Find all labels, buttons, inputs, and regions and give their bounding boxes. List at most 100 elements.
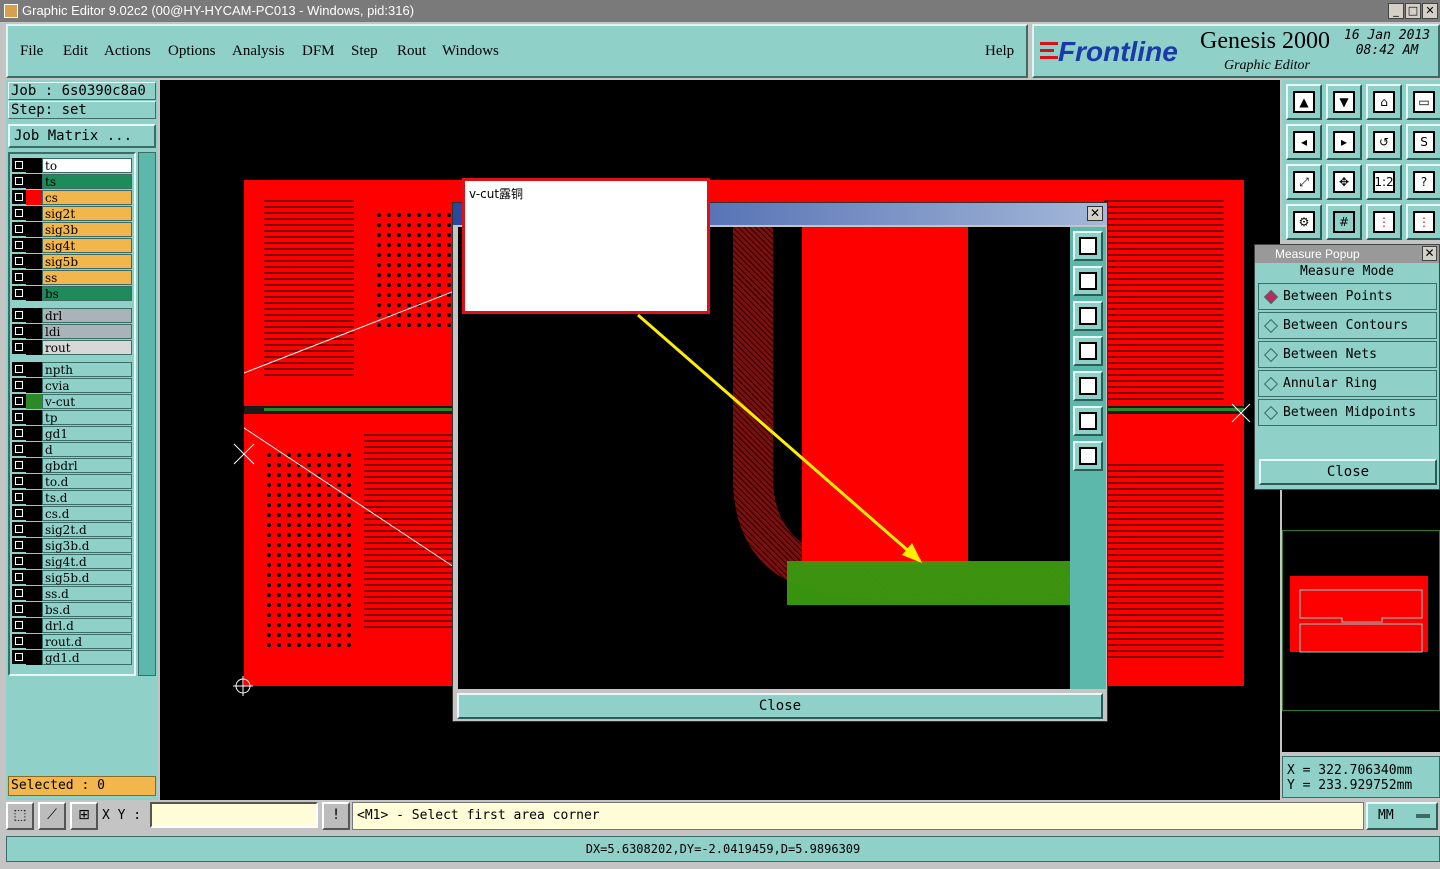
layer-checkbox[interactable]	[12, 426, 26, 440]
layer-row[interactable]: gd1	[12, 426, 132, 441]
menu-edit[interactable]: Edit	[63, 43, 88, 60]
layer-name[interactable]: npth	[42, 362, 132, 377]
layer-name[interactable]: sig5b.d	[42, 570, 132, 585]
xy-input[interactable]	[150, 802, 318, 828]
minimize-button[interactable]: _	[1388, 3, 1404, 19]
highlight-icon[interactable]: ⋮	[1406, 204, 1440, 240]
layer-checkbox[interactable]	[12, 442, 26, 456]
measure-icon[interactable]: ⟋	[38, 802, 66, 830]
measure-close-button[interactable]: Close	[1259, 459, 1437, 485]
menu-rout[interactable]: Rout	[397, 43, 426, 60]
layer-name[interactable]: gd1.d	[42, 650, 132, 665]
ratio-button[interactable]: 1:2	[1366, 164, 1402, 200]
layer-checkbox[interactable]	[12, 308, 26, 322]
layer-checkbox[interactable]	[12, 340, 26, 354]
layer-checkbox[interactable]	[12, 158, 26, 172]
layer-name[interactable]: cs.d	[42, 506, 132, 521]
layer-row[interactable]: bs	[12, 286, 132, 301]
left-icon[interactable]: ◂	[1286, 124, 1322, 160]
layer-checkbox[interactable]	[12, 174, 26, 188]
layer-checkbox[interactable]	[12, 650, 26, 664]
option-between-nets[interactable]: Between Nets	[1258, 341, 1437, 368]
zoom-out-icon[interactable]	[1073, 441, 1103, 471]
layer-name[interactable]: drl.d	[42, 618, 132, 633]
layer-name[interactable]: sig4t	[42, 238, 132, 253]
layer-checkbox[interactable]	[12, 324, 26, 338]
layer-name[interactable]: drl	[42, 308, 132, 323]
layer-name[interactable]: rout.d	[42, 634, 132, 649]
layer-down-icon[interactable]: ▼	[1326, 84, 1362, 120]
layer-checkbox[interactable]	[12, 618, 26, 632]
layer-name[interactable]: bs.d	[42, 602, 132, 617]
layer-scrollbar[interactable]	[138, 152, 156, 676]
close-icon[interactable]: ✕	[1422, 246, 1437, 261]
menu-analysis[interactable]: Analysis	[232, 43, 285, 60]
net-icon[interactable]: ⋮	[1366, 204, 1402, 240]
layer-checkbox[interactable]	[12, 474, 26, 488]
layer-row[interactable]: to	[12, 158, 132, 173]
layer-name[interactable]: sig2t.d	[42, 522, 132, 537]
layer-checkbox[interactable]	[12, 554, 26, 568]
layer-row[interactable]: drl.d	[12, 618, 132, 633]
layer-row[interactable]: sig3b.d	[12, 538, 132, 553]
option-between-midpoints[interactable]: Between Midpoints	[1258, 399, 1437, 426]
option-between-contours[interactable]: Between Contours	[1258, 312, 1437, 339]
layer-name[interactable]: tp	[42, 410, 132, 425]
layer-name[interactable]: cs	[42, 190, 132, 205]
layer-row[interactable]: sig3b	[12, 222, 132, 237]
layer-name[interactable]: ldi	[42, 324, 132, 339]
zoom-right-icon[interactable]	[1073, 371, 1103, 401]
layer-row[interactable]: npth	[12, 362, 132, 377]
layer-name[interactable]: d	[42, 442, 132, 457]
overview-map[interactable]	[1282, 490, 1440, 752]
menu-options[interactable]: Options	[168, 43, 216, 60]
option-annular-ring[interactable]: Annular Ring	[1258, 370, 1437, 397]
close-window-button[interactable]: ✕	[1422, 3, 1438, 19]
panel-icon[interactable]: ▭	[1406, 84, 1440, 120]
layer-checkbox[interactable]	[12, 238, 26, 252]
layer-name[interactable]: gbdrl	[42, 458, 132, 473]
layer-checkbox[interactable]	[12, 634, 26, 648]
layer-row[interactable]: sig4t	[12, 238, 132, 253]
layer-row[interactable]: rout.d	[12, 634, 132, 649]
grid-snap-icon[interactable]: ⊞	[70, 802, 98, 830]
layer-checkbox[interactable]	[12, 506, 26, 520]
layer-row[interactable]: sig2t.d	[12, 522, 132, 537]
layer-row[interactable]: sig2t	[12, 206, 132, 221]
layer-name[interactable]: v-cut	[42, 394, 132, 409]
layer-row[interactable]: d	[12, 442, 132, 457]
zoom-left-icon[interactable]	[1073, 336, 1103, 366]
layer-checkbox[interactable]	[12, 362, 26, 376]
right-icon[interactable]: ▸	[1326, 124, 1362, 160]
layer-row[interactable]: v-cut	[12, 394, 132, 409]
layer-row[interactable]: cs.d	[12, 506, 132, 521]
layer-name[interactable]: sig3b	[42, 222, 132, 237]
layer-checkbox[interactable]	[12, 190, 26, 204]
job-matrix-button[interactable]: Job Matrix ...	[8, 124, 156, 148]
select-icon[interactable]: ⬚	[6, 802, 34, 830]
layer-row[interactable]: gbdrl	[12, 458, 132, 473]
option-between-points[interactable]: Between Points	[1258, 283, 1437, 310]
layer-checkbox[interactable]	[12, 538, 26, 552]
layer-row[interactable]: sig5b.d	[12, 570, 132, 585]
layer-name[interactable]: to.d	[42, 474, 132, 489]
layer-row[interactable]: cvia	[12, 378, 132, 393]
layer-name[interactable]: ts.d	[42, 490, 132, 505]
layer-checkbox[interactable]	[12, 570, 26, 584]
layer-checkbox[interactable]	[12, 254, 26, 268]
layer-name[interactable]: sig2t	[42, 206, 132, 221]
layer-row[interactable]: ts.d	[12, 490, 132, 505]
layer-name[interactable]: sig4t.d	[42, 554, 132, 569]
layer-row[interactable]: bs.d	[12, 602, 132, 617]
layer-checkbox[interactable]	[12, 522, 26, 536]
layer-row[interactable]: sig4t.d	[12, 554, 132, 569]
units-select[interactable]: MM	[1366, 802, 1438, 830]
snap-icon[interactable]: S	[1406, 124, 1440, 160]
layer-name[interactable]: rout	[42, 340, 132, 355]
zoom-in-icon[interactable]	[1073, 406, 1103, 436]
layer-row[interactable]: to.d	[12, 474, 132, 489]
layer-checkbox[interactable]	[12, 378, 26, 392]
layer-row[interactable]: ts	[12, 174, 132, 189]
menu-help[interactable]: Help	[985, 43, 1014, 60]
zoom-down-icon[interactable]	[1073, 301, 1103, 331]
